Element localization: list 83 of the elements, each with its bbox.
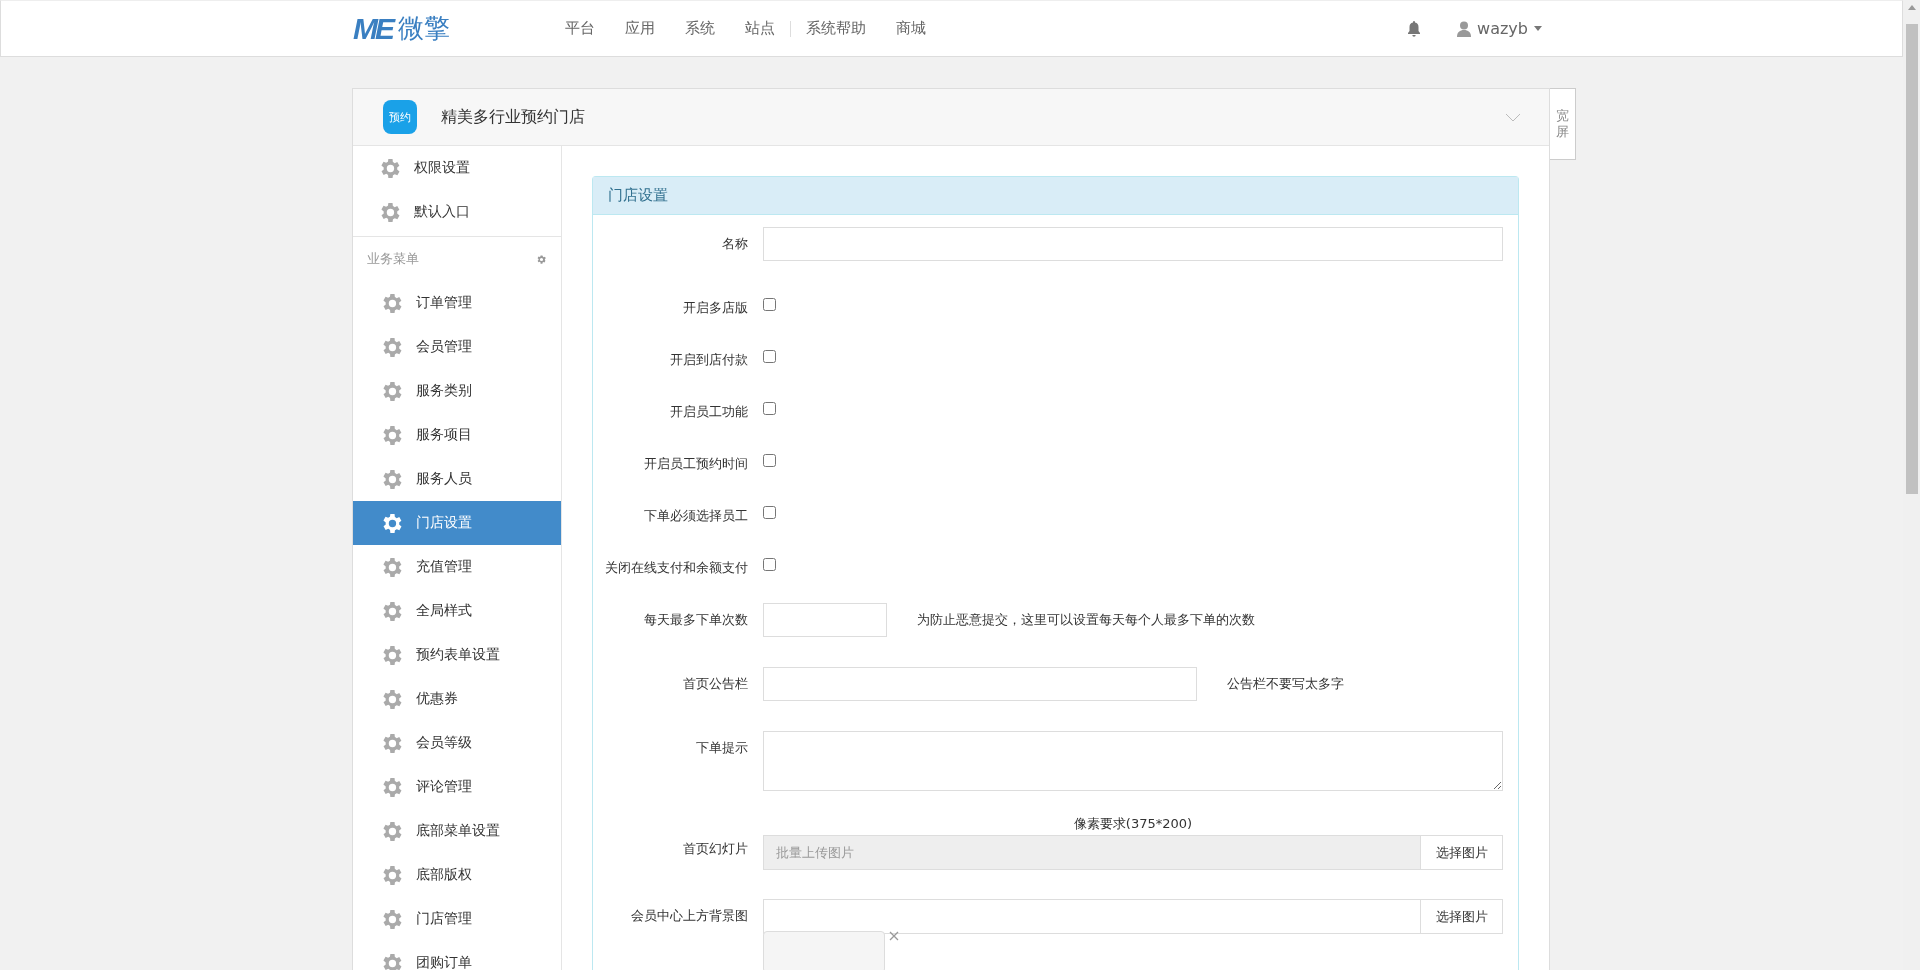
gear-icon: [383, 380, 404, 402]
close-icon[interactable]: [889, 931, 899, 941]
logo-mark[interactable]: ME: [353, 11, 392, 46]
module-title: 精美多行业预约门店: [441, 106, 585, 128]
field-label: 下单必须选择员工: [643, 507, 749, 525]
checkbox[interactable]: [763, 506, 776, 519]
checkbox[interactable]: [763, 454, 776, 467]
gear-icon: [383, 336, 404, 358]
checkbox[interactable]: [763, 558, 776, 571]
sidebar-item[interactable]: 团购订单: [353, 941, 561, 970]
gear-icon: [383, 292, 404, 314]
sidebar-item[interactable]: 底部菜单设置: [353, 809, 561, 853]
module-icon: 预约: [383, 100, 417, 134]
sidebar-item[interactable]: 评论管理: [353, 765, 561, 809]
checkbox[interactable]: [763, 350, 776, 363]
text-input[interactable]: [763, 227, 1503, 261]
sidebar-item[interactable]: 默认入口: [353, 190, 561, 234]
gear-icon: [381, 157, 402, 179]
sidebar-item[interactable]: 门店管理: [353, 897, 561, 941]
sidebar-item[interactable]: 全局样式: [353, 589, 561, 633]
gear-icon: [383, 512, 404, 534]
user-icon: [1457, 20, 1472, 37]
gear-icon: [383, 644, 404, 666]
nav-link[interactable]: 系统帮助: [791, 19, 881, 38]
help-text: 公告栏不要写太多字: [1226, 675, 1344, 693]
gear-icon: [383, 864, 404, 886]
upload-field[interactable]: 选择图片: [763, 899, 1503, 934]
sidebar-item[interactable]: 权限设置: [353, 146, 561, 190]
field-label: 开启员工功能: [669, 403, 749, 421]
user-menu[interactable]: wazyb: [1457, 19, 1542, 38]
text-input[interactable]: [763, 603, 887, 637]
checkbox[interactable]: [763, 298, 776, 311]
gear-icon: [383, 468, 404, 490]
field-label: 开启到店付款: [669, 351, 749, 369]
nav-link[interactable]: 应用: [610, 19, 670, 38]
nav-link[interactable]: 商城: [881, 19, 941, 38]
sidebar-item[interactable]: 优惠券: [353, 677, 561, 721]
gear-icon: [383, 908, 404, 930]
sidebar-item[interactable]: 底部版权: [353, 853, 561, 897]
panel-title: 门店设置: [593, 177, 1518, 215]
gear-icon: [383, 952, 404, 970]
sidebar-item[interactable]: 服务人员: [353, 457, 561, 501]
gear-icon: [383, 820, 404, 842]
sidebar-item[interactable]: 订单管理: [353, 281, 561, 325]
gear-icon: [383, 600, 404, 622]
chevron-down-icon[interactable]: [1505, 112, 1521, 122]
sidebar-item[interactable]: 会员管理: [353, 325, 561, 369]
upload-field[interactable]: 批量上传图片 选择图片: [763, 835, 1503, 870]
sidebar-item[interactable]: 充值管理: [353, 545, 561, 589]
field-label: 开启员工预约时间: [643, 455, 749, 473]
scroll-up-icon[interactable]: [1907, 5, 1916, 10]
size-note: 像素要求(375*200): [1072, 815, 1194, 833]
sidebar-item[interactable]: 会员等级: [353, 721, 561, 765]
nav-link[interactable]: 平台: [550, 19, 610, 38]
gear-icon: [381, 201, 402, 223]
field-label: 开启多店版: [682, 299, 749, 317]
wide-screen-toggle[interactable]: 宽屏: [1550, 88, 1576, 160]
gear-icon: [383, 556, 404, 578]
nav-link[interactable]: 系统: [670, 19, 730, 38]
field-label: 名称: [721, 235, 749, 253]
gear-icon: [383, 776, 404, 798]
field-label: 首页幻灯片: [682, 840, 749, 858]
nav-link[interactable]: 站点: [730, 19, 790, 38]
sidebar-item[interactable]: 服务项目: [353, 413, 561, 457]
bell-icon[interactable]: [1407, 20, 1422, 37]
help-text: 为防止恶意提交，这里可以设置每天每个人最多下单的次数: [916, 611, 1255, 629]
text-input[interactable]: [763, 667, 1197, 701]
checkbox[interactable]: [763, 402, 776, 415]
field-label: 会员中心上方背景图: [630, 907, 749, 925]
gear-icon[interactable]: [536, 253, 547, 265]
sidebar-item[interactable]: 预约表单设置: [353, 633, 561, 677]
section-title: 业务菜单: [367, 250, 419, 268]
field-label: 关闭在线支付和余额支付: [604, 559, 749, 577]
field-label: 下单提示: [695, 739, 749, 757]
gear-icon: [383, 688, 404, 710]
caret-icon: [1534, 26, 1542, 31]
field-label: 每天最多下单次数: [643, 611, 749, 629]
logo-text[interactable]: 微擎: [398, 11, 450, 46]
field-label: 首页公告栏: [682, 675, 749, 693]
sidebar-item[interactable]: 服务类别: [353, 369, 561, 413]
sidebar-item[interactable]: 门店设置: [353, 501, 561, 545]
gear-icon: [383, 732, 404, 754]
gear-icon: [383, 424, 404, 446]
